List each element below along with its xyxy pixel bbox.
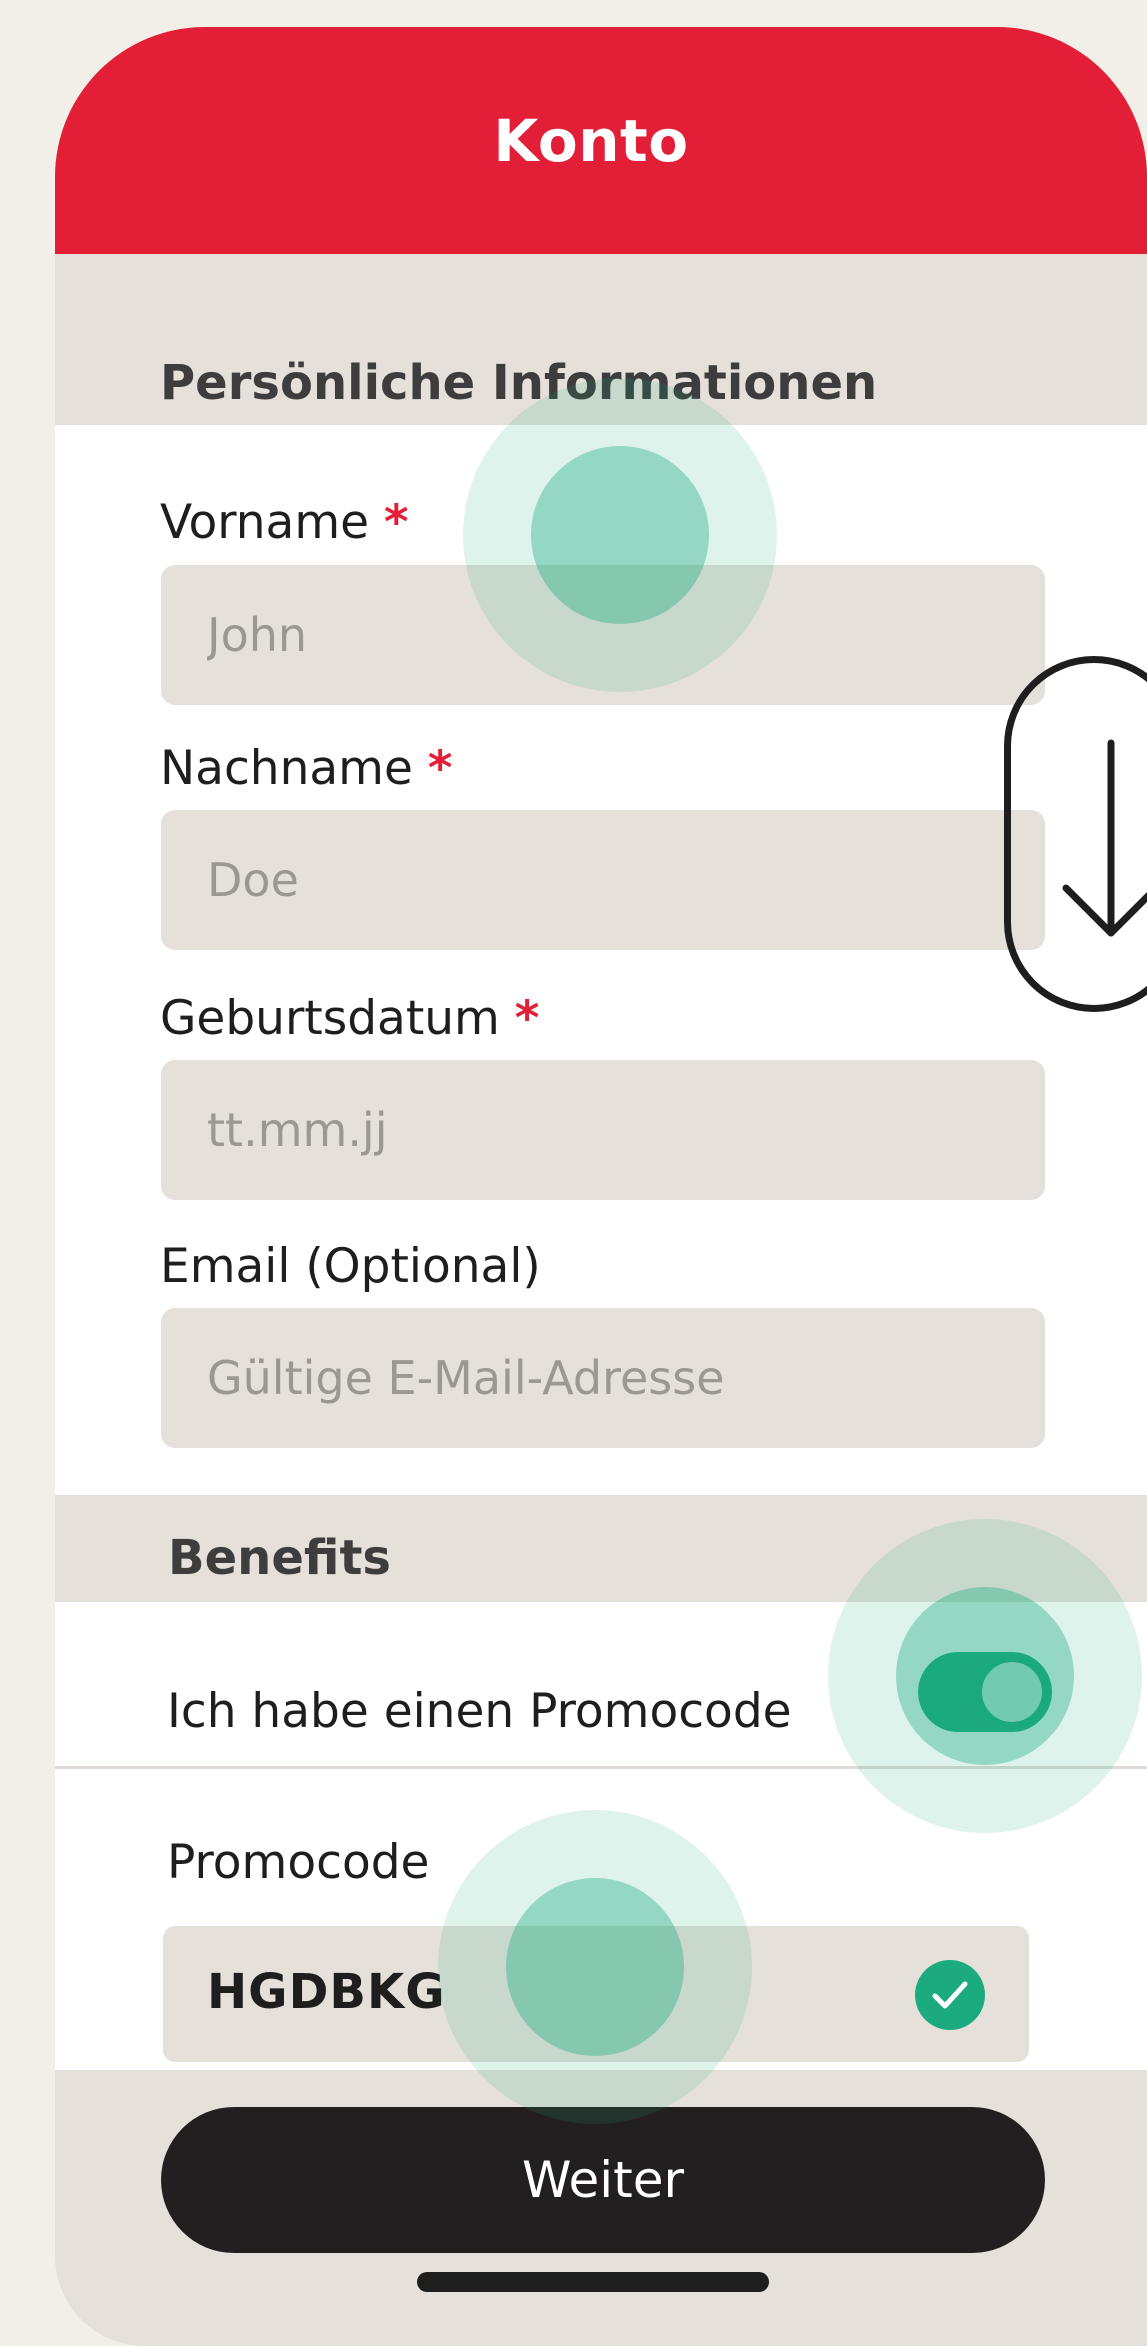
first-name-label-text: Vorname [160, 495, 370, 550]
email-label: Email (Optional) [160, 1239, 541, 1294]
arrow-down-icon [1062, 739, 1147, 937]
section-title-benefits: Benefits [168, 1530, 391, 1586]
required-mark: * [384, 495, 409, 550]
checkmark-glyph [932, 1981, 968, 2009]
email-input[interactable] [161, 1308, 1045, 1448]
required-mark: * [514, 991, 540, 1046]
promo-toggle-label: Ich habe einen Promocode [167, 1684, 792, 1739]
last-name-label: Nachname * [160, 741, 452, 796]
page-title: Konto [493, 106, 689, 175]
required-mark: * [427, 741, 453, 796]
first-name-label: Vorname * [160, 495, 409, 550]
section-title-personal-info: Persönliche Informationen [160, 355, 878, 411]
birthdate-label-text: Geburtsdatum [160, 991, 500, 1046]
scroll-hint [1004, 656, 1147, 1012]
tap-indicator-inner [531, 446, 709, 624]
birthdate-input[interactable] [161, 1060, 1045, 1200]
promo-code-value: HGDBKG [207, 1964, 446, 2020]
tap-indicator-inner [506, 1878, 684, 2056]
promo-code-label: Promocode [167, 1835, 430, 1890]
tap-indicator-inner [896, 1587, 1074, 1765]
home-indicator[interactable] [417, 2272, 769, 2292]
app-header: Konto [55, 27, 1147, 254]
last-name-input[interactable] [161, 810, 1045, 950]
birthdate-label: Geburtsdatum * [160, 991, 539, 1046]
check-circle-icon [915, 1960, 985, 2030]
last-name-label-text: Nachname [160, 741, 413, 796]
continue-button[interactable]: Weiter [161, 2107, 1045, 2253]
